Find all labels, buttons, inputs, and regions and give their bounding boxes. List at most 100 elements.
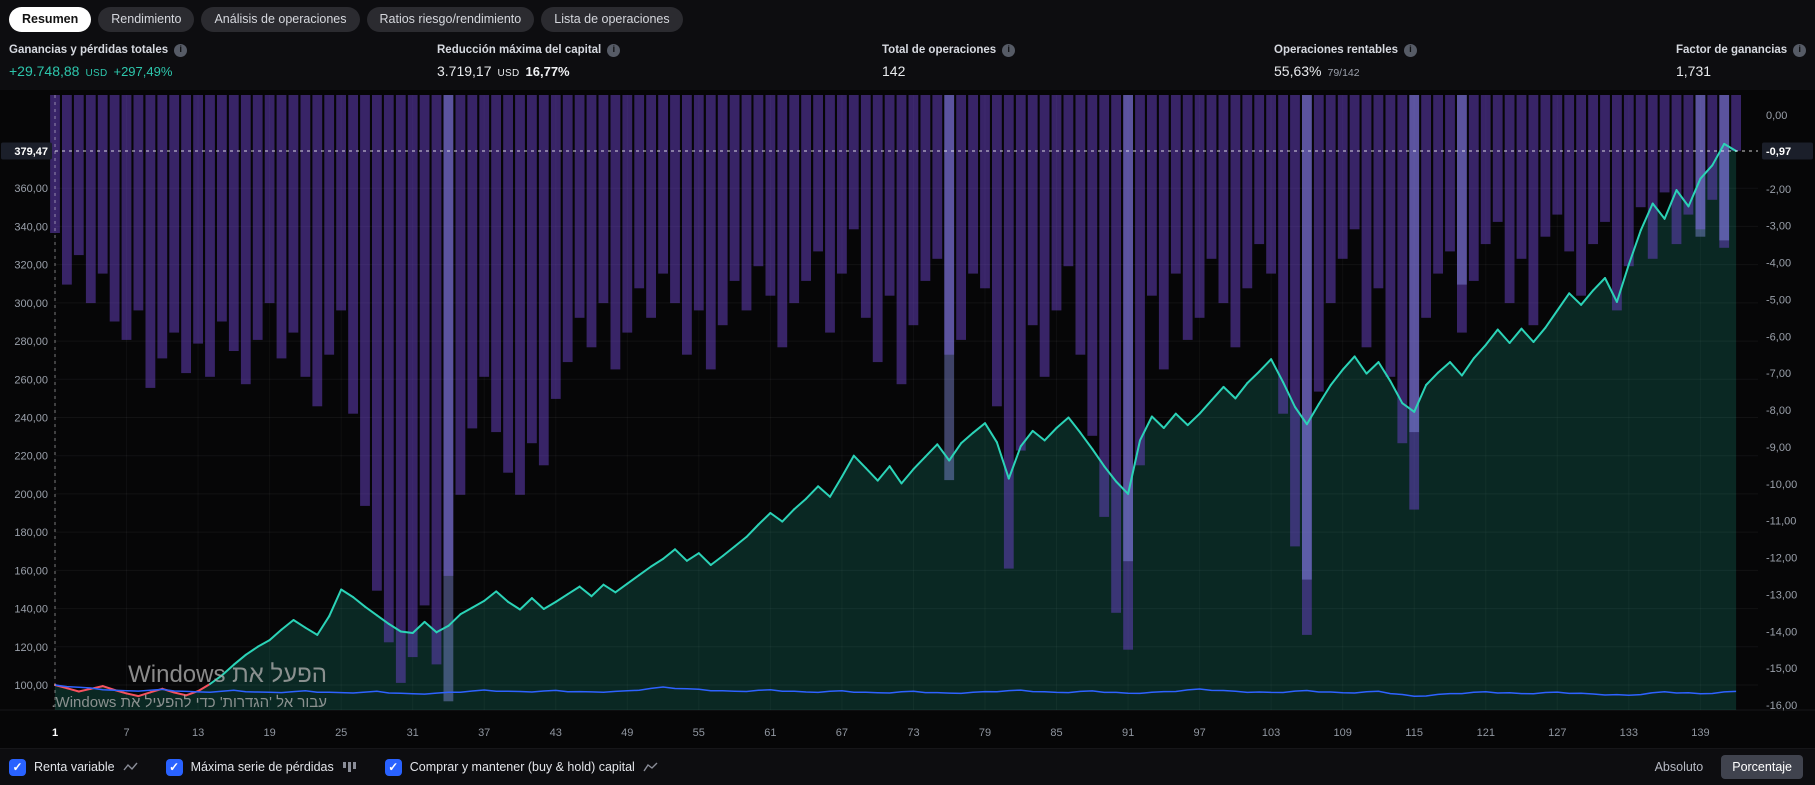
svg-text:25: 25 — [335, 727, 347, 739]
svg-text:-8,00: -8,00 — [1766, 405, 1791, 417]
stat-label: Operaciones rentables — [1274, 42, 1417, 58]
info-icon[interactable] — [607, 43, 621, 57]
svg-text:140,00: 140,00 — [14, 604, 48, 616]
svg-text:180,00: 180,00 — [14, 527, 48, 539]
legend-max-serie-perdidas[interactable]: Máxima serie de pérdidas — [165, 758, 357, 776]
stat-value: +29.748,88 USD +297,49% — [9, 63, 187, 79]
legend-label: Máxima serie de pérdidas — [190, 760, 334, 774]
svg-text:-15,00: -15,00 — [1766, 663, 1797, 675]
stat-value-extra: 16,77% — [525, 64, 570, 79]
svg-text:-16,00: -16,00 — [1766, 700, 1797, 712]
info-icon[interactable] — [1793, 43, 1807, 57]
svg-text:43: 43 — [550, 727, 562, 739]
tab-bar: Resumen Rendimiento Análisis de operacio… — [0, 0, 1815, 38]
svg-text:1: 1 — [52, 727, 58, 739]
legend-renta-variable[interactable]: Renta variable — [9, 758, 138, 776]
stat-value-main: 1,731 — [1676, 63, 1712, 79]
svg-text:240,00: 240,00 — [14, 413, 48, 425]
svg-text:-2,00: -2,00 — [1766, 184, 1791, 196]
stat-label-text: Ganancias y pérdidas totales — [9, 44, 169, 56]
absolute-button[interactable]: Absoluto — [1655, 760, 1704, 774]
stat-label-text: Total de operaciones — [882, 44, 997, 56]
svg-text:115: 115 — [1405, 727, 1423, 739]
svg-text:-9,00: -9,00 — [1766, 442, 1791, 454]
svg-text:91: 91 — [1122, 727, 1134, 739]
svg-text:103: 103 — [1262, 727, 1280, 739]
tab-ratios-riesgo[interactable]: Ratios riesgo/rendimiento — [366, 6, 535, 32]
svg-text:31: 31 — [407, 727, 419, 739]
checkbox-buyhold-icon[interactable] — [384, 758, 402, 776]
svg-text:7: 7 — [123, 727, 129, 739]
svg-text:-6,00: -6,00 — [1766, 331, 1791, 343]
svg-text:220,00: 220,00 — [14, 451, 48, 463]
tab-analisis-operaciones[interactable]: Análisis de operaciones — [201, 6, 360, 32]
svg-text:280,00: 280,00 — [14, 336, 48, 348]
svg-text:109: 109 — [1334, 727, 1352, 739]
svg-text:160,00: 160,00 — [14, 565, 48, 577]
stat-value-main: 55,63% — [1274, 63, 1322, 79]
stat-label: Reducción máxima del capital — [437, 42, 621, 58]
tab-resumen[interactable]: Resumen — [9, 6, 92, 32]
svg-text:120,00: 120,00 — [14, 642, 48, 654]
stat-value: 142 — [882, 63, 1015, 79]
left-axis-labels: 360,00 340,00 320,00 300,00 280,00 260,00 240,… — [1, 142, 52, 692]
svg-text:260,00: 260,00 — [14, 374, 48, 386]
svg-text:139: 139 — [1691, 727, 1709, 739]
svg-text:85: 85 — [1050, 727, 1062, 739]
tab-lista-operaciones[interactable]: Lista de operaciones — [541, 6, 683, 32]
info-icon[interactable] — [1404, 43, 1417, 57]
svg-text:67: 67 — [836, 727, 848, 739]
legend-buy-hold[interactable]: Comprar y mantener (buy & hold) capital — [384, 758, 658, 776]
legend-label: Renta variable — [34, 760, 115, 774]
svg-text:79: 79 — [979, 727, 991, 739]
info-icon[interactable] — [1002, 43, 1016, 57]
footer-right-group: Absoluto Porcentaje — [1655, 755, 1803, 779]
svg-text:100,00: 100,00 — [14, 680, 48, 692]
svg-text:-12,00: -12,00 — [1766, 553, 1797, 565]
chart-canvas[interactable]: 360,00 340,00 320,00 300,00 280,00 260,00 240,… — [0, 90, 1815, 748]
svg-text:133: 133 — [1620, 727, 1638, 739]
svg-text:-7,00: -7,00 — [1766, 368, 1791, 380]
stat-label-text: Reducción máxima del capital — [437, 44, 602, 56]
svg-text:-3,00: -3,00 — [1766, 221, 1791, 233]
svg-text:-11,00: -11,00 — [1766, 516, 1796, 528]
stat-value-extra: 79/142 — [1327, 67, 1360, 79]
svg-text:121: 121 — [1477, 727, 1495, 739]
svg-text:-5,00: -5,00 — [1766, 294, 1791, 306]
info-icon[interactable] — [174, 43, 188, 57]
equity-curve-icon — [123, 762, 138, 771]
svg-text:300,00: 300,00 — [14, 298, 48, 310]
svg-text:0,00: 0,00 — [1766, 110, 1787, 122]
svg-text:37: 37 — [478, 727, 490, 739]
svg-text:360,00: 360,00 — [14, 183, 48, 195]
tab-rendimiento[interactable]: Rendimiento — [98, 6, 195, 32]
percentage-button[interactable]: Porcentaje — [1721, 755, 1803, 779]
svg-text:379,47: 379,47 — [14, 146, 48, 158]
stat-label: Factor de ganancias — [1676, 42, 1807, 58]
svg-text:320,00: 320,00 — [14, 260, 48, 272]
svg-text:-0,97: -0,97 — [1766, 146, 1791, 158]
svg-text:127: 127 — [1548, 727, 1566, 739]
x-axis-labels: 1 7 13 19 25 31 37 43 49 55 61 67 73 79 85 91 97 103 109 11… — [52, 727, 1710, 739]
svg-text:13: 13 — [192, 727, 204, 739]
svg-text:340,00: 340,00 — [14, 221, 48, 233]
stat-max-drawdown: Reducción máxima del capital 3.719,17 US… — [437, 42, 621, 79]
legend-label: Comprar y mantener (buy & hold) capital — [409, 760, 635, 774]
stat-value-main: 142 — [882, 63, 906, 79]
svg-text:-14,00: -14,00 — [1766, 626, 1797, 638]
svg-text:200,00: 200,00 — [14, 489, 48, 501]
stat-value: 55,63% 79/142 — [1274, 63, 1417, 79]
stat-total-trades: Total de operaciones 142 — [882, 42, 1016, 79]
stat-net-profit: Ganancias y pérdidas totales +29.748,88 … — [9, 42, 188, 79]
checkbox-drawdown-icon[interactable] — [165, 758, 183, 776]
stat-value-unit: USD — [85, 68, 108, 79]
checkbox-equity-icon[interactable] — [9, 758, 26, 776]
svg-text:19: 19 — [263, 727, 275, 739]
stat-profitable-trades: Operaciones rentables 55,63% 79/142 — [1274, 42, 1417, 79]
stat-value-main: +29.748,88 — [9, 63, 80, 79]
stat-label-text: Factor de ganancias — [1676, 44, 1788, 56]
svg-text:97: 97 — [1193, 727, 1205, 739]
right-axis-labels: 0,00 -2,00 -3,00 -4,00 -5,00 -6,00 -7,00 -8,00 -… — [1762, 110, 1813, 712]
stats-row: Ganancias y pérdidas totales +29.748,88 … — [0, 38, 1815, 90]
svg-text:-4,00: -4,00 — [1766, 258, 1791, 270]
